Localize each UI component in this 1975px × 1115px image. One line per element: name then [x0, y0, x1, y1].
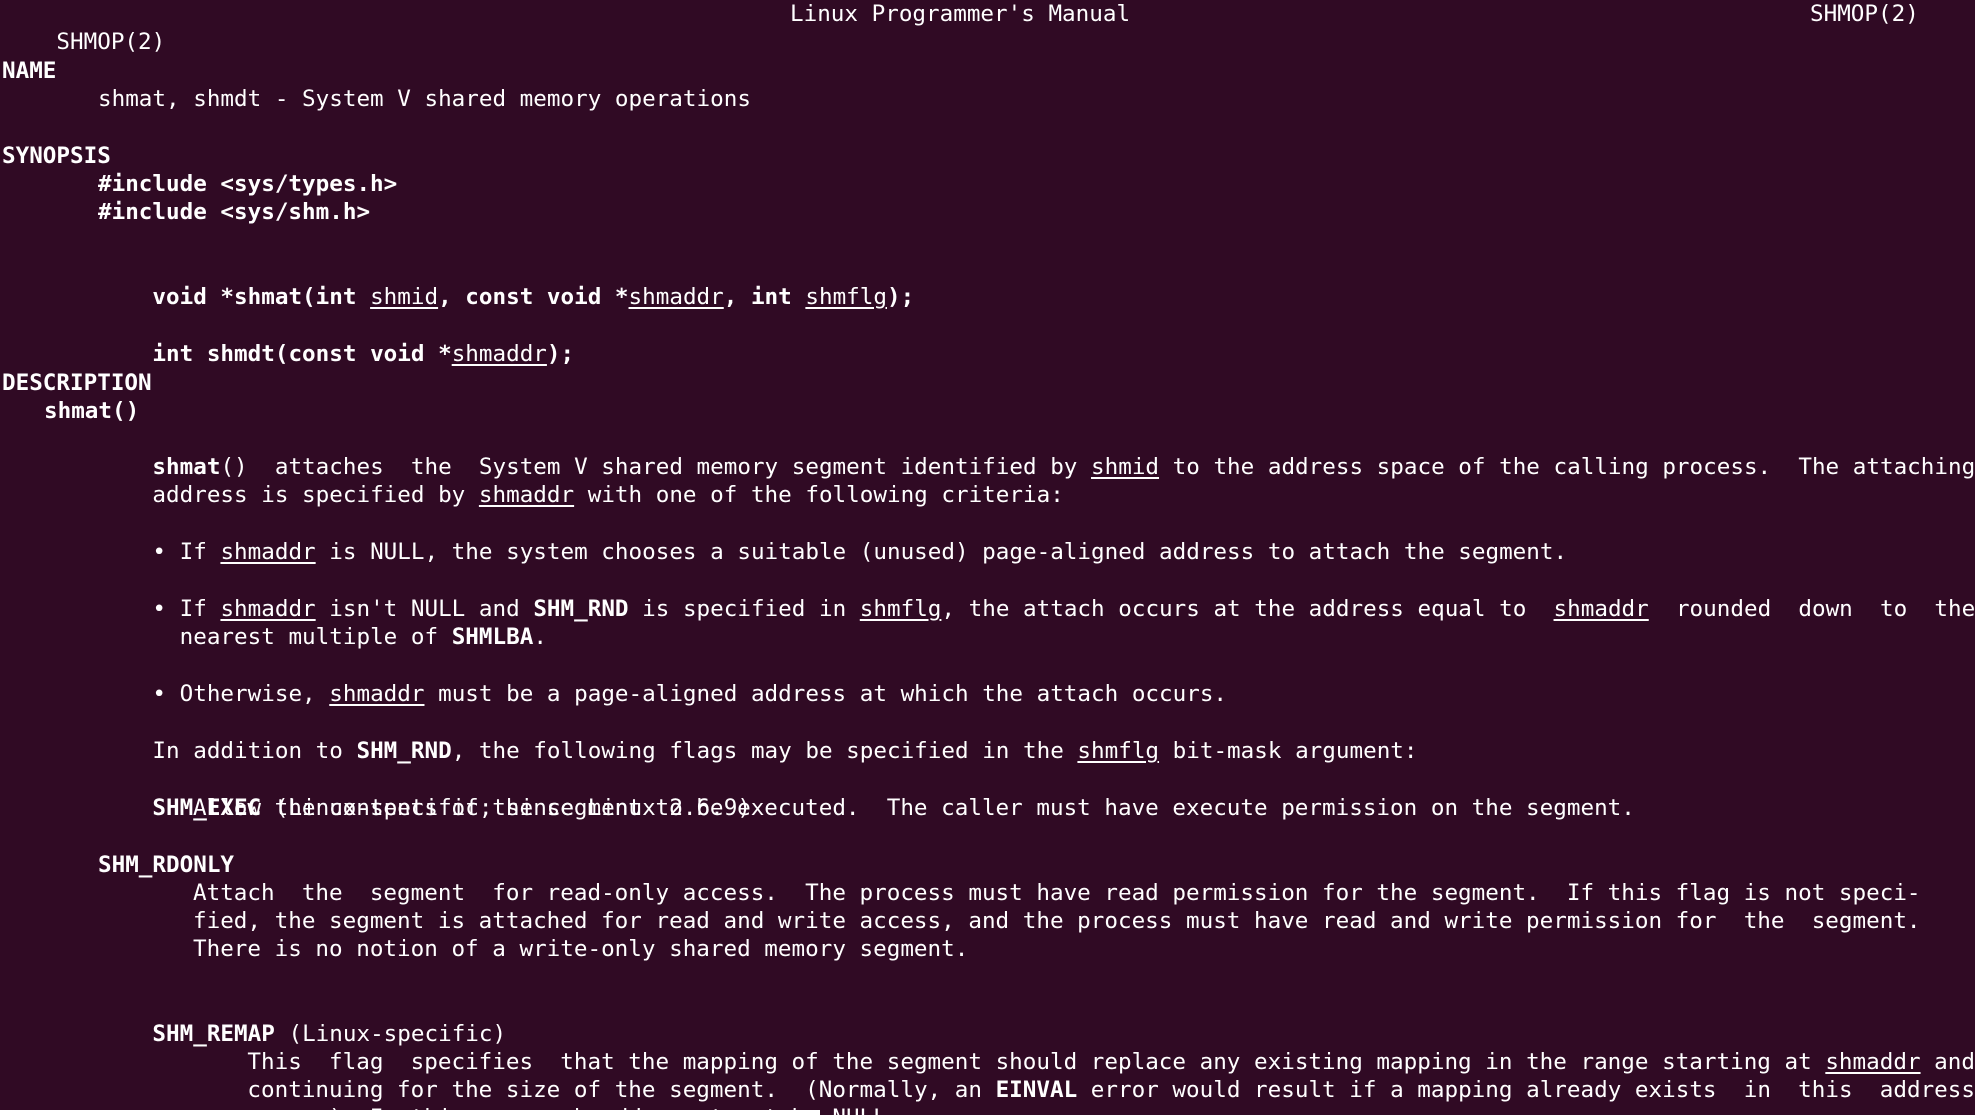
flag-shm-remap-line3: range.) In this case, shmaddr must not b…: [193, 1076, 900, 1115]
errno-einval: EINVAL: [995, 1077, 1078, 1104]
proto-text: int shmdt(const void *: [152, 341, 452, 368]
param-shmaddr: shmaddr: [1553, 596, 1649, 623]
bullet-shm-rnd-line1: • If shmaddr isn't NULL and SHM_RND is s…: [98, 567, 1975, 622]
flags-intro: In addition to SHM_RND, the following fl…: [98, 709, 1417, 764]
flag-shm-rdonly-line3: There is no notion of a write-only share…: [193, 936, 969, 962]
flag-shm-rdonly-line2: fied, the segment is attached for read a…: [193, 908, 1921, 934]
include-types: #include <sys/types.h>: [98, 171, 398, 197]
param-shmid: shmid: [370, 284, 439, 311]
shmat-prototype: void *shmat(int shmid, const void *shmad…: [98, 255, 914, 310]
text-run: , the attach occurs at the address equal…: [941, 596, 1554, 623]
text-run: , the following flags may be specified i…: [451, 738, 1078, 765]
flag-shm-rdonly: SHM_RDONLY: [98, 852, 235, 878]
param-shmaddr: shmaddr: [329, 681, 425, 708]
param-shmflg: shmflg: [1077, 738, 1160, 765]
text-run: with one of the following criteria:: [574, 482, 1064, 509]
flag-shm-remap-heading: SHM_REMAP (Linux-specific): [98, 992, 506, 1047]
param-shmflg: shmflg: [805, 284, 887, 311]
text-run: is specified in: [628, 596, 860, 623]
subsection-shmat-heading: shmat(): [44, 398, 140, 424]
flag-shm-rnd: SHM_RND: [356, 738, 452, 765]
text-run: bit-mask argument:: [1159, 738, 1418, 765]
proto-text: );: [546, 341, 575, 368]
proto-text: , const void *: [438, 284, 629, 311]
section-description-heading: DESCRIPTION: [2, 370, 152, 396]
flag-shm-rnd: SHM_RND: [533, 596, 629, 623]
text-run: rounded down to the: [1648, 596, 1975, 623]
desc-para1-line2: address is specified by shmaddr with one…: [98, 453, 1063, 508]
proto-text: );: [887, 284, 915, 311]
pager-status-bar: [0, 1110, 820, 1115]
text-run: • Otherwise,: [152, 681, 330, 708]
header-center: Linux Programmer's Manual: [790, 1, 1131, 27]
flag-shm-exec-description: Allow the contents of the segment to be …: [193, 795, 1635, 821]
header-left: SHMOP(2): [56, 29, 166, 56]
include-shm: #include <sys/shm.h>: [98, 199, 371, 225]
param-shmid: shmid: [1091, 454, 1160, 481]
flag-shm-rdonly-line1: Attach the segment for read-only access.…: [193, 880, 1921, 906]
proto-text: , int: [723, 284, 806, 311]
param-shmaddr: shmaddr: [478, 482, 575, 509]
text-run: error would result if a mapping already …: [1077, 1077, 1975, 1104]
bullet-shm-rnd-line2: nearest multiple of SHMLBA.: [98, 595, 547, 650]
const-shmlba: SHMLBA: [451, 624, 534, 651]
text-run: must be a page-aligned address at which …: [424, 681, 1228, 708]
text-run: is NULL, the system chooses a suitable (…: [315, 539, 1568, 566]
bullet-otherwise: • Otherwise, shmaddr must be a page-alig…: [98, 652, 1227, 707]
param-shmflg: shmflg: [859, 596, 942, 623]
text-run: In addition to: [152, 738, 357, 765]
flag-shm-remap-line2: continuing for the size of the segment. …: [193, 1048, 1975, 1103]
desc-para1-line1: shmat() attaches the System V shared mem…: [98, 425, 1975, 480]
header-right: SHMOP(2): [1810, 1, 1919, 27]
param-shmaddr: shmaddr: [451, 341, 547, 368]
text-run: address is specified by: [152, 482, 479, 509]
flag-shm-remap-line1: This flag specifies that the mapping of …: [193, 1020, 1975, 1075]
text-run: nearest multiple of: [152, 624, 452, 651]
text-run: .: [533, 624, 547, 651]
bullet-null-shmaddr: • If shmaddr is NULL, the system chooses…: [98, 510, 1567, 565]
man-header: SHMOP(2): [2, 0, 165, 55]
flag-shm-exec-heading: SHM_EXEC (Linux-specific; since Linux 2.…: [98, 766, 751, 821]
param-shmaddr: shmaddr: [628, 284, 724, 311]
section-name-heading: NAME: [2, 58, 57, 84]
param-shmaddr: shmaddr: [220, 539, 316, 566]
text-run: • If: [152, 539, 221, 566]
section-synopsis-heading: SYNOPSIS: [2, 143, 111, 169]
shmdt-prototype: int shmdt(const void *shmaddr);: [98, 312, 574, 367]
name-text: shmat, shmdt - System V shared memory op…: [98, 86, 751, 112]
proto-text: void *shmat(int: [152, 284, 371, 311]
text-run: to the address space of the calling proc…: [1159, 454, 1975, 481]
terminal-window[interactable]: SHMOP(2) Linux Programmer's Manual SHMOP…: [0, 0, 1975, 1115]
